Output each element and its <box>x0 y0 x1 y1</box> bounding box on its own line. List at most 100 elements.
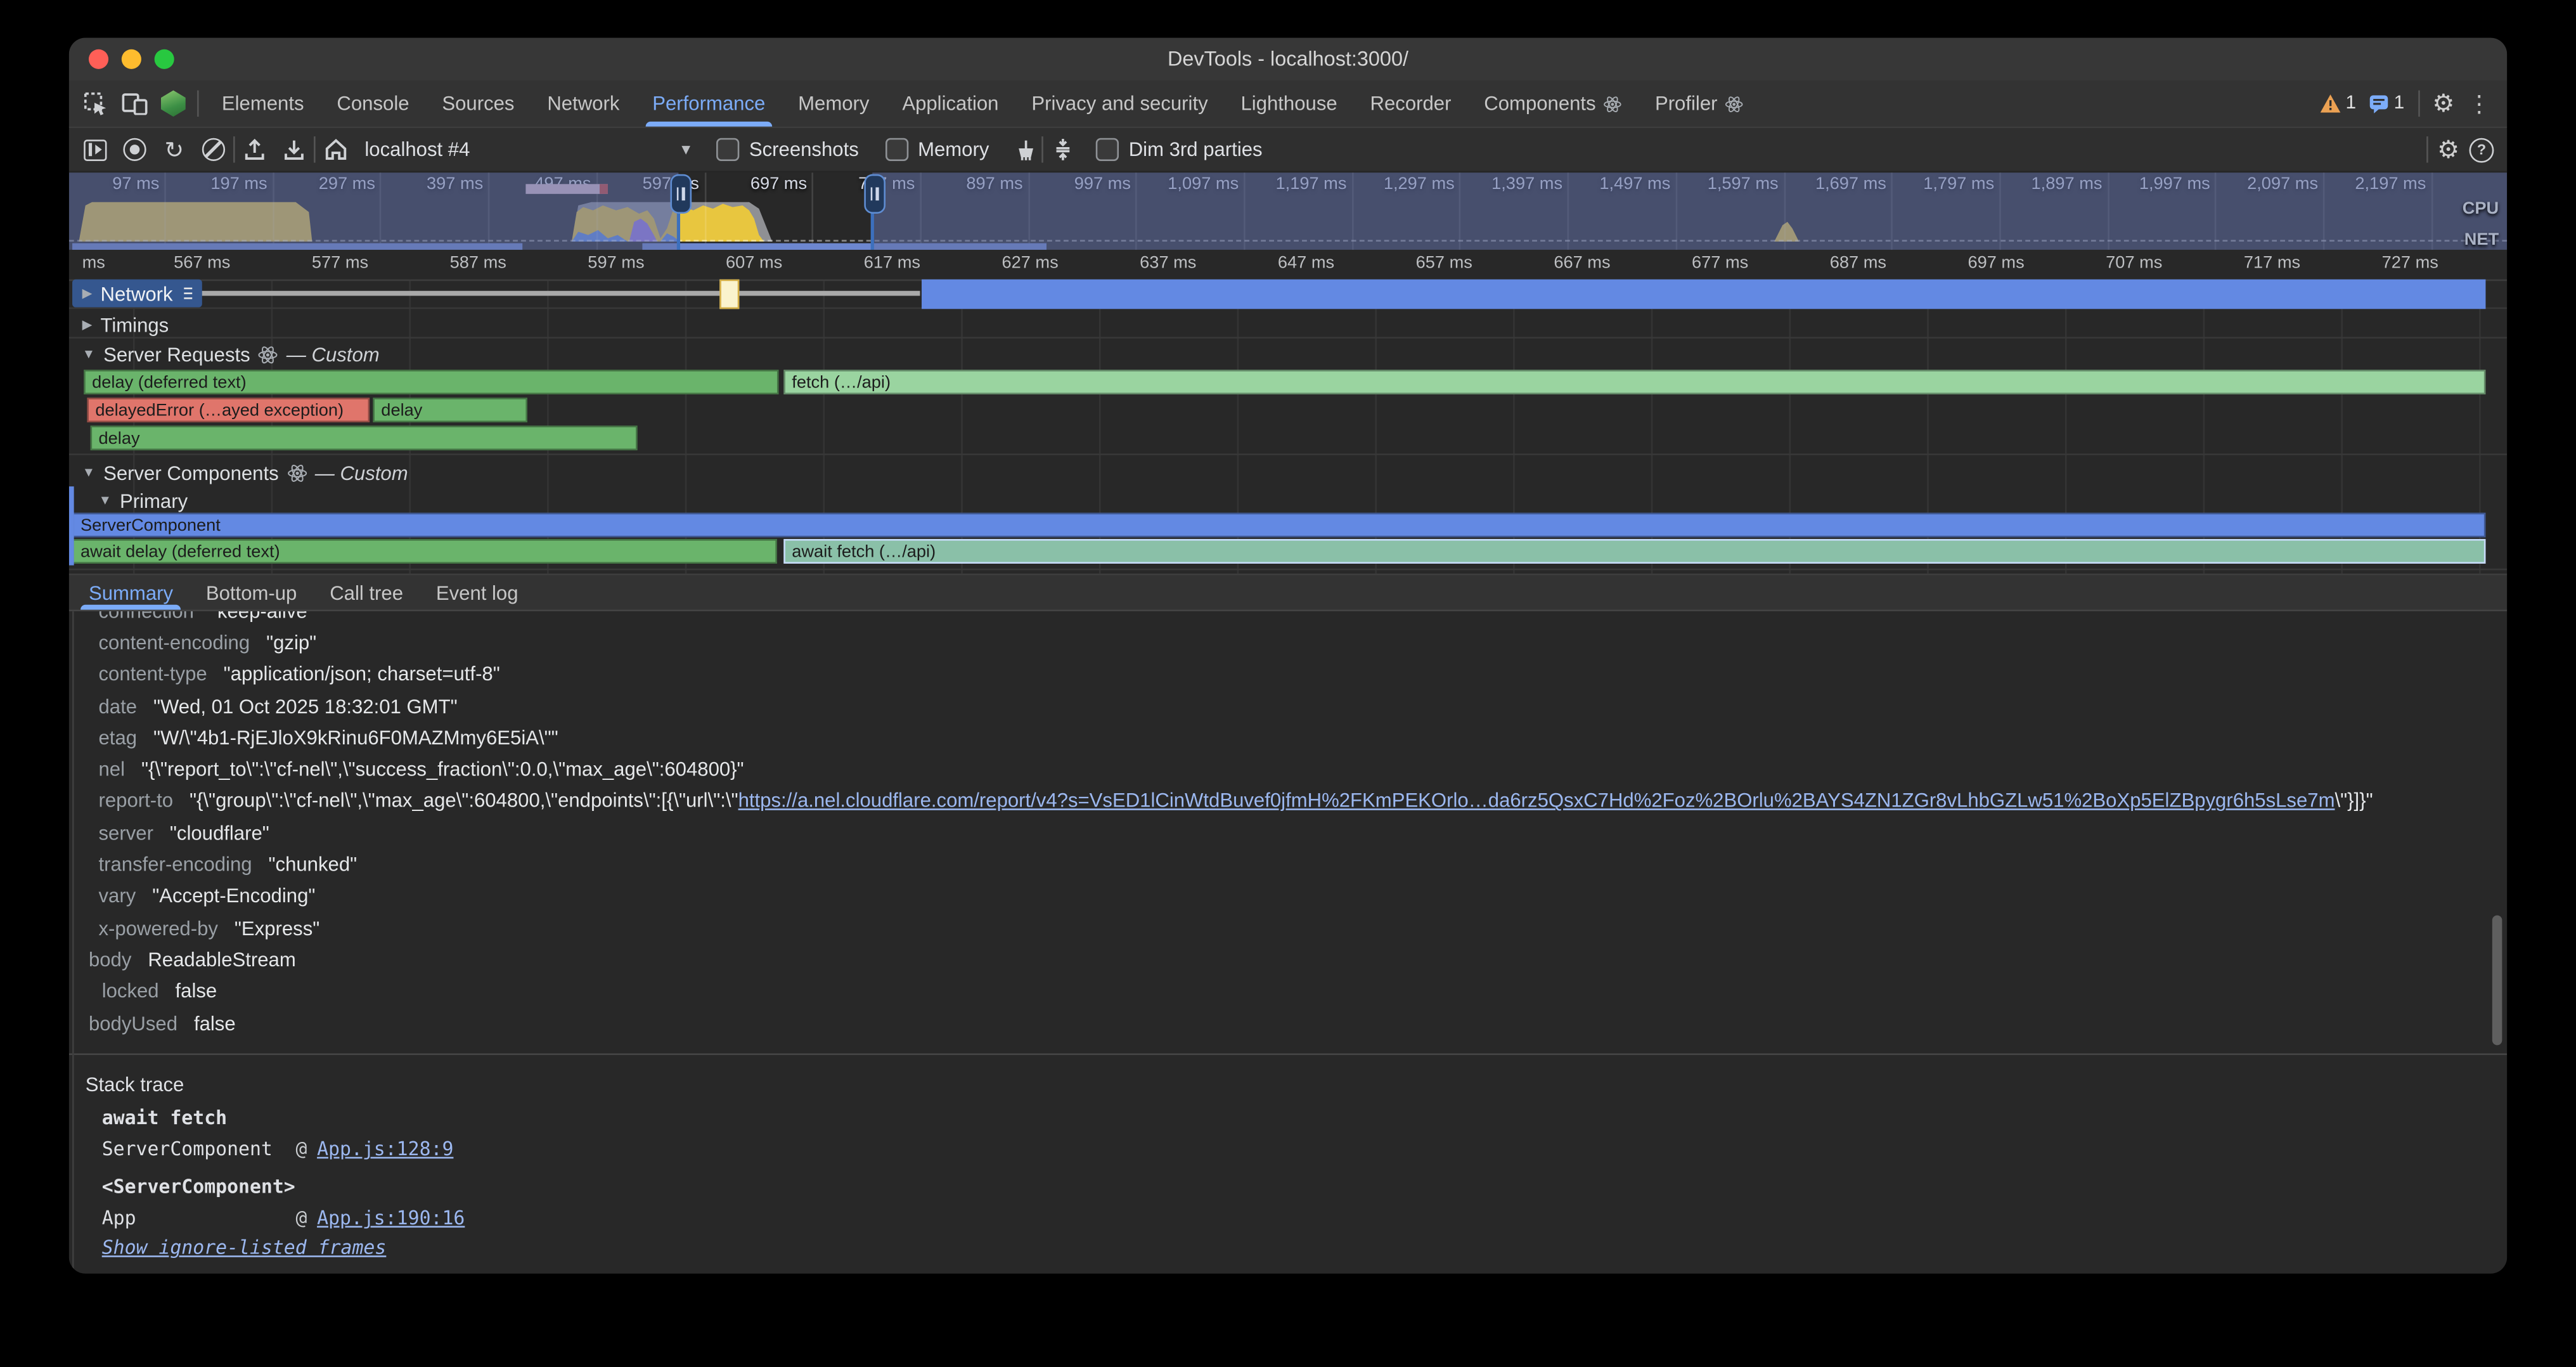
property-value: \"}]}" <box>2334 789 2373 812</box>
selection-handle-left[interactable] <box>669 174 691 214</box>
screenshots-checkbox-box[interactable] <box>716 138 739 161</box>
property-name: content-encoding <box>99 631 250 654</box>
stack-trace-title: Stack trace <box>69 1055 2507 1096</box>
property-row: transfer-encoding"chunked" <box>69 848 2507 880</box>
selection-handle-right[interactable] <box>863 174 885 214</box>
network-request-marker[interactable] <box>719 280 739 309</box>
server-requests-track-name: Server Requests <box>103 342 250 365</box>
details-tab-event-log[interactable]: Event log <box>420 575 535 609</box>
property-value: false <box>176 980 217 1002</box>
warning-count: 1 <box>2345 94 2356 113</box>
server-requests-event[interactable]: fetch (…/api) <box>783 370 2485 394</box>
server-components-event[interactable]: await delay (deferred text) <box>72 539 777 564</box>
collapse-arrow-icon[interactable]: ▼ <box>82 347 96 361</box>
help-icon[interactable]: ? <box>2470 137 2494 162</box>
ruler-label: ms <box>82 253 132 273</box>
record-and-reload-icon[interactable]: ↻ <box>155 131 194 167</box>
capture-settings-gear-icon[interactable]: ⚙ <box>2437 137 2459 162</box>
server-requests-event[interactable]: delay <box>91 425 638 450</box>
more-options-icon[interactable]: ⋮ <box>2468 89 2490 117</box>
property-row: server"cloudflare" <box>69 817 2507 848</box>
collapse-tracks-icon[interactable] <box>1043 131 1083 167</box>
tab-performance[interactable]: Performance <box>636 81 782 127</box>
property-name: body <box>89 948 131 971</box>
server-components-event-selected[interactable]: await fetch (…/api) <box>783 539 2485 564</box>
issues-badge[interactable]: 1 <box>2369 94 2404 113</box>
property-row: bodyReadableStream <box>69 943 2507 975</box>
server-requests-event[interactable]: delay (deferred text) <box>84 370 778 394</box>
extension-gem-icon[interactable] <box>161 91 186 117</box>
tab-memory[interactable]: Memory <box>782 81 886 127</box>
track-label-timings[interactable]: ▶ Timings <box>72 311 179 339</box>
inspect-element-icon[interactable] <box>82 86 108 122</box>
dim-3rd-parties-checkbox[interactable]: Dim 3rd parties <box>1083 138 1275 161</box>
record-button[interactable] <box>115 131 154 167</box>
summary-pane[interactable]: connection"keep-alive"content-encoding"g… <box>69 611 2507 1274</box>
report-to-link[interactable]: https://a.nel.cloudflare.com/report/v4?s… <box>738 789 2335 812</box>
tab-console[interactable]: Console <box>320 81 425 127</box>
dim-checkbox-box[interactable] <box>1096 138 1119 161</box>
tab-network[interactable]: Network <box>531 81 636 127</box>
expand-arrow-icon[interactable]: ▶ <box>82 317 93 332</box>
collapse-arrow-icon[interactable]: ▼ <box>99 493 112 508</box>
dropdown-caret-icon: ▼ <box>679 141 693 158</box>
show-ignore-listed-frames-link[interactable]: Show ignore-listed frames <box>102 1236 387 1259</box>
toolbar-right: ⚙ ? <box>2426 136 2507 162</box>
track-label-network[interactable]: ▶ Network <box>72 280 202 308</box>
toggle-sidebar-icon[interactable] <box>75 131 115 167</box>
server-components-event[interactable]: ServerComponent <box>72 513 2485 538</box>
tab-sources[interactable]: Sources <box>425 81 531 127</box>
cpu-label: CPU <box>2463 199 2499 219</box>
live-metrics-home-icon[interactable] <box>316 131 355 167</box>
maximize-window-button[interactable] <box>155 49 174 69</box>
tab-privacy-and-security[interactable]: Privacy and security <box>1015 81 1224 127</box>
ruler-label: 707 ms <box>2068 253 2199 273</box>
tab-components[interactable]: Components <box>1467 81 1639 127</box>
clear-icon[interactable] <box>194 131 233 167</box>
tab-elements[interactable]: Elements <box>205 81 321 127</box>
ruler-label: 687 ms <box>1793 253 1924 273</box>
react-atom-icon <box>1725 94 1744 113</box>
settings-gear-icon[interactable]: ⚙ <box>2432 91 2454 116</box>
stack-frame-source-link[interactable]: App.js:128:9 <box>317 1138 453 1161</box>
server-requests-event[interactable]: delay <box>373 398 527 422</box>
tab-profiler[interactable]: Profiler <box>1639 81 1760 127</box>
warnings-badge[interactable]: 1 <box>2319 94 2356 113</box>
expand-arrow-icon[interactable]: ▶ <box>82 286 93 301</box>
tab-lighthouse[interactable]: Lighthouse <box>1225 81 1354 127</box>
upload-profile-icon[interactable] <box>235 131 274 167</box>
device-toolbar-icon[interactable] <box>120 86 150 122</box>
close-window-button[interactable] <box>89 49 108 69</box>
screenshots-checkbox[interactable]: Screenshots <box>703 138 872 161</box>
memory-checkbox-box[interactable] <box>885 138 908 161</box>
issue-count: 1 <box>2394 94 2405 113</box>
property-row: report-to"{\"group\":\"cf-nel\",\"max_ag… <box>69 785 2507 817</box>
dim-label: Dim 3rd parties <box>1129 138 1263 161</box>
details-tab-bottom-up[interactable]: Bottom-up <box>190 575 313 609</box>
details-scrollbar-thumb[interactable] <box>2492 916 2502 1046</box>
timeline-tracks[interactable]: ms567 ms577 ms587 ms597 ms607 ms617 ms62… <box>69 250 2507 574</box>
react-atom-icon <box>259 344 278 364</box>
tab-recorder[interactable]: Recorder <box>1354 81 1468 127</box>
minimize-window-button[interactable] <box>122 49 141 69</box>
track-label-primary[interactable]: ▼ Primary <box>89 486 198 514</box>
memory-checkbox[interactable]: Memory <box>872 138 1002 161</box>
property-value: "{\"report_to\":\"cf-nel\",\"success_fra… <box>141 758 744 781</box>
stack-trace-list: await fetchServerComponent@App.js:128:9<… <box>69 1101 2507 1259</box>
timeline-overview[interactable]: 97 ms197 ms297 ms397 ms497 ms597 ms697 m… <box>69 172 2507 250</box>
tab-application[interactable]: Application <box>886 81 1015 127</box>
details-tab-call-tree[interactable]: Call tree <box>313 575 420 609</box>
track-label-server-requests[interactable]: ▼ Server Requests — Custom <box>72 340 389 368</box>
server-components-track-name: Server Components <box>103 461 279 484</box>
download-profile-icon[interactable] <box>274 131 314 167</box>
server-requests-event[interactable]: delayedError (…ayed exception) <box>87 398 370 422</box>
drag-handle-icon[interactable] <box>184 287 193 299</box>
ruler-label: 637 ms <box>1102 253 1233 273</box>
network-request-bar[interactable] <box>922 280 2485 309</box>
collapse-arrow-icon[interactable]: ▼ <box>82 465 96 479</box>
stack-frame-source-link[interactable]: App.js:190:16 <box>317 1207 465 1229</box>
collect-garbage-icon[interactable] <box>1002 131 1041 167</box>
history-dropdown[interactable]: localhost #4 ▼ <box>355 138 703 161</box>
track-label-server-components[interactable]: ▼ Server Components — Custom <box>72 458 418 486</box>
details-tab-summary[interactable]: Summary <box>72 575 190 609</box>
